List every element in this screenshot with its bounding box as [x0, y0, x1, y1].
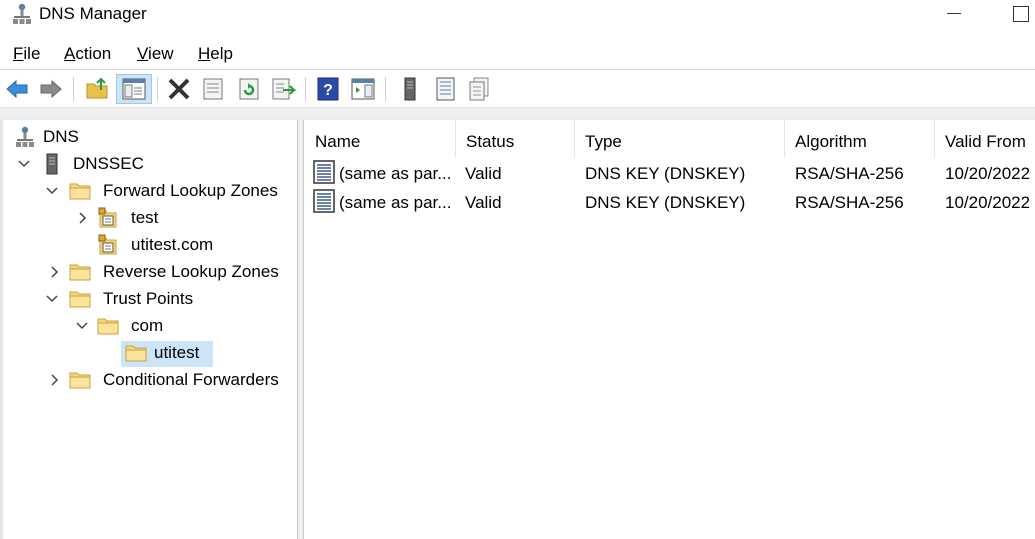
column-header-label: Name: [315, 132, 361, 151]
show-hide-console-tree-icon: [122, 78, 146, 100]
cell-valid-from: 10/20/2022: [945, 164, 1031, 183]
toolbar: ?: [0, 71, 1035, 107]
up-folder-icon[interactable]: [84, 76, 110, 102]
chevron-down-icon[interactable]: [45, 290, 59, 308]
toolbar-separator: [73, 77, 74, 101]
pane-splitter[interactable]: [298, 120, 304, 539]
folder-icon: [69, 372, 91, 389]
menu-view[interactable]: View: [137, 44, 174, 64]
window-title: DNS Manager: [39, 4, 147, 23]
menu-action-accel: A: [64, 44, 76, 63]
results-list: Name Status Type Algorithm Valid From (s…: [305, 120, 1035, 539]
tree-label-zone-test: test: [131, 208, 159, 227]
menu-separator: [0, 69, 1035, 70]
cell-type: DNS KEY (DNSKEY): [585, 193, 746, 212]
chevron-right-icon[interactable]: [47, 371, 61, 389]
cell-name: (same as par...: [339, 193, 451, 212]
menu-file-accel: F: [13, 44, 24, 63]
dnskey-record-icon: [313, 189, 335, 213]
cell-status: Valid: [465, 193, 502, 212]
cell-name: (same as par...: [339, 164, 451, 183]
column-header-label: Type: [585, 132, 622, 151]
chevron-down-icon[interactable]: [17, 155, 31, 173]
tree-label-trust-points: Trust Points: [103, 289, 194, 308]
title-bar: DNS Manager: [0, 0, 1035, 30]
server-icon[interactable]: [397, 76, 423, 102]
tree-label-trust-point-utitest: utitest: [154, 343, 200, 362]
column-header-name[interactable]: Name: [305, 120, 456, 158]
menu-help[interactable]: Help: [198, 44, 233, 64]
dns-manager-icon: [13, 3, 31, 24]
column-header-status[interactable]: Status: [456, 120, 575, 158]
folder-icon: [69, 291, 91, 308]
folder-icon: [69, 264, 91, 281]
menu-view-accel: V: [137, 44, 149, 63]
menu-help-accel: H: [198, 44, 211, 63]
table-row[interactable]: (same as par... Valid DNS KEY (DNSKEY) R…: [305, 159, 1035, 188]
cell-algorithm: RSA/SHA-256: [795, 193, 904, 212]
help-icon[interactable]: ?: [315, 76, 341, 102]
tree-label-server: DNSSEC: [73, 154, 144, 173]
chevron-right-icon[interactable]: [47, 263, 61, 281]
column-header-valid-from[interactable]: Valid From: [935, 120, 1035, 158]
menu-help-label: elp: [210, 44, 233, 63]
column-header-label: Status: [466, 132, 515, 151]
zone-icon: [98, 207, 117, 228]
column-header-label: Valid From: [945, 132, 1026, 151]
refresh-icon[interactable]: [236, 76, 262, 102]
properties-icon[interactable]: [200, 76, 226, 102]
dnskey-record-icon: [313, 160, 335, 184]
toolbar-separator: [157, 77, 158, 101]
zone-records-icon[interactable]: [432, 76, 458, 102]
minimize-button[interactable]: [937, 0, 971, 28]
menu-bar: File Action View Help: [0, 40, 1035, 68]
zone-icon: [98, 234, 117, 255]
column-header-label: Algorithm: [795, 132, 867, 151]
table-row[interactable]: (same as par... Valid DNS KEY (DNSKEY) R…: [305, 188, 1035, 217]
cell-type: DNS KEY (DNSKEY): [585, 164, 746, 183]
dns-root-icon: [16, 126, 34, 147]
tree-label-dns: DNS: [43, 127, 79, 146]
show-hide-action-pane-icon[interactable]: [350, 76, 376, 102]
folder-icon: [125, 345, 147, 362]
zone-copy-icon[interactable]: [466, 76, 492, 102]
delete-icon[interactable]: [166, 76, 192, 102]
menu-file-label: ile: [23, 44, 41, 63]
toolbar-separator: [385, 77, 386, 101]
tree-label-forward-lookup-zones: Forward Lookup Zones: [103, 181, 278, 200]
menu-action[interactable]: Action: [64, 44, 111, 64]
svg-text:?: ?: [323, 82, 333, 99]
toolbar-separator: [305, 77, 306, 101]
column-header-type[interactable]: Type: [575, 120, 785, 158]
folder-icon: [97, 318, 119, 335]
back-arrow-icon[interactable]: [4, 76, 30, 102]
tree-label-trust-point-com: com: [131, 316, 164, 335]
cell-valid-from: 10/20/2022: [945, 193, 1031, 212]
cell-status: Valid: [465, 164, 502, 183]
cell-algorithm: RSA/SHA-256: [795, 164, 904, 183]
chevron-down-icon[interactable]: [45, 182, 59, 200]
show-hide-console-tree-button[interactable]: [116, 74, 152, 104]
tree-label-zone-utitest-com: utitest.com: [131, 235, 214, 254]
menu-file[interactable]: File: [13, 44, 40, 64]
folder-icon: [69, 183, 91, 200]
console-tree: DNS DNSSEC Forward Lookup Zones test uti…: [0, 120, 298, 539]
forward-arrow-icon[interactable]: [38, 76, 64, 102]
tree-label-reverse-lookup-zones: Reverse Lookup Zones: [103, 262, 279, 281]
chevron-down-icon[interactable]: [75, 317, 89, 335]
tree-label-conditional-forwarders: Conditional Forwarders: [103, 370, 279, 389]
server-icon: [46, 153, 58, 175]
export-list-icon[interactable]: [270, 76, 296, 102]
column-header-algorithm[interactable]: Algorithm: [785, 120, 935, 158]
maximize-button[interactable]: [1003, 0, 1035, 28]
menu-action-label: ction: [75, 44, 112, 63]
chevron-right-icon[interactable]: [75, 209, 89, 227]
menu-view-label: iew: [148, 44, 174, 63]
